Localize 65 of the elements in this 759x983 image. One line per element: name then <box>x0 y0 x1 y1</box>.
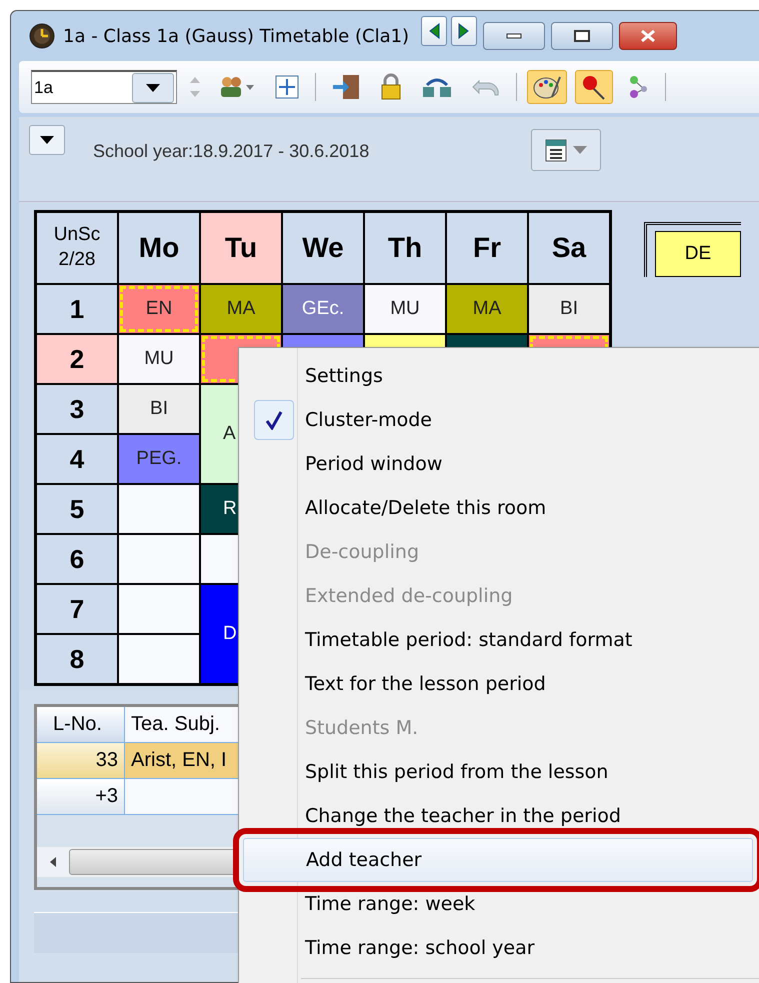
lesson-number-cell[interactable]: 33 <box>37 743 125 779</box>
calendar-button[interactable] <box>531 129 601 171</box>
lesson-cell[interactable]: MU <box>118 334 200 384</box>
lesson-cell[interactable]: BI <box>528 284 610 334</box>
checkmark-icon <box>265 410 283 430</box>
lesson-cell[interactable]: PEG. <box>118 434 200 484</box>
palette-tool-button[interactable] <box>527 70 567 104</box>
close-icon <box>639 29 658 43</box>
previous-button[interactable] <box>421 16 448 46</box>
caret-icon <box>573 146 587 154</box>
lesson-cell[interactable]: MU <box>364 284 446 334</box>
maximize-button[interactable] <box>551 22 614 50</box>
lesson-cell[interactable]: MA <box>446 284 528 334</box>
period-header[interactable]: 3 <box>36 384 118 434</box>
caret-icon <box>40 136 54 144</box>
period-header[interactable]: 8 <box>36 634 118 684</box>
period-header[interactable]: 5 <box>36 484 118 534</box>
menu-item[interactable]: Settings <box>243 354 753 398</box>
day-header[interactable]: Mo <box>118 212 200 284</box>
close-button[interactable] <box>619 22 678 50</box>
menu-item[interactable]: Timetable period: standard format <box>243 618 753 662</box>
pin-tool-button[interactable] <box>575 70 613 104</box>
scroll-left-icon <box>49 857 57 867</box>
calendar-icon <box>545 138 567 162</box>
padlock-icon <box>379 73 403 101</box>
next-button[interactable] <box>451 16 478 46</box>
column-header: L-No. <box>37 707 125 743</box>
clock-icon <box>29 23 55 49</box>
menu-item[interactable]: Allocate/Delete this room <box>243 486 753 530</box>
day-header[interactable]: Sa <box>528 212 610 284</box>
day-header[interactable]: Th <box>364 212 446 284</box>
lesson-cell[interactable]: MA <box>200 284 282 334</box>
dropdown-button[interactable] <box>29 125 65 155</box>
maximize-icon <box>574 30 590 42</box>
window-title: 1a - Class 1a (Gauss) Timetable (Cla1) <box>63 26 410 46</box>
menu-item[interactable]: Text for the lesson period <box>243 662 753 706</box>
right-triangle-icon <box>458 23 470 39</box>
menu-item[interactable]: Time range: week <box>243 882 753 926</box>
minimize-button[interactable] <box>483 22 546 50</box>
lesson-number-cell[interactable]: +3 <box>37 779 125 815</box>
unscheduled-lesson[interactable]: DE <box>655 231 741 277</box>
school-year-label: School year:18.9.2017 - 30.6.2018 <box>93 141 370 162</box>
period-header[interactable]: 4 <box>36 434 118 484</box>
people-icon <box>218 75 256 99</box>
door-arrow-icon <box>331 73 361 101</box>
menu-item[interactable]: Period window <box>243 442 753 486</box>
menu-item[interactable]: Cluster-mode <box>243 398 753 442</box>
period-header[interactable]: 6 <box>36 534 118 584</box>
day-header[interactable]: We <box>282 212 364 284</box>
lesson-cell[interactable]: EN <box>118 284 200 334</box>
menu-item[interactable]: Time range: school year <box>243 926 753 970</box>
period-header[interactable]: 1 <box>36 284 118 334</box>
menu-item[interactable]: Change the teacher in the period <box>243 794 753 838</box>
class-combo-field[interactable]: 1a <box>31 70 177 104</box>
caret-icon <box>146 84 160 92</box>
unscheduled-count: UnSc 2/28 <box>36 212 118 284</box>
lesson-cell[interactable]: GEc. <box>282 284 364 334</box>
left-triangle-icon <box>428 23 440 39</box>
menu-item[interactable]: Split this period from the lesson <box>243 750 753 794</box>
day-header[interactable]: Fr <box>446 212 528 284</box>
minimize-icon <box>506 33 522 39</box>
period-header[interactable]: 7 <box>36 584 118 634</box>
day-header[interactable]: Tu <box>200 212 282 284</box>
period-header[interactable]: 2 <box>36 334 118 384</box>
lesson-cell[interactable]: BI <box>118 384 200 434</box>
